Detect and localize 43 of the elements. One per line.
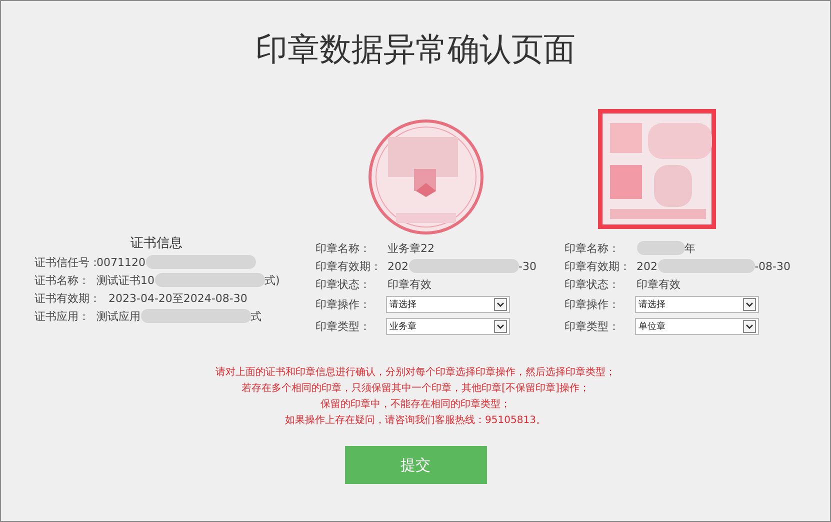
- select-field[interactable]: 业务章: [386, 318, 510, 334]
- field-value: 印章有效: [388, 276, 432, 292]
- select-field[interactable]: 请选择: [634, 296, 758, 312]
- field-label: 证书名称：: [34, 272, 90, 288]
- field-value: -08-30: [754, 260, 790, 272]
- field-value: -30: [518, 260, 536, 272]
- field-label: 证书信任号：: [34, 254, 96, 270]
- section-heading: 证书信息: [130, 235, 184, 253]
- instruction-text: 请对上面的证书和印章信息进行确认，分别对每个印章选择印章操作，然后选择印章类型；: [216, 366, 616, 380]
- field-value: 202: [388, 260, 408, 272]
- field-label: 印章状态：: [564, 276, 620, 292]
- caret-icon: [494, 320, 506, 332]
- field-label: 证书有效期：: [34, 290, 102, 306]
- field-label: 印章类型：: [564, 318, 620, 334]
- field-label: 印章操作：: [316, 296, 372, 312]
- field-label: 印章状态：: [316, 276, 372, 292]
- field-label: 印章类型：: [316, 318, 372, 334]
- field-value: 0071120: [96, 256, 146, 268]
- field-value: 业务章22: [388, 240, 434, 256]
- instruction-text: 保留的印章中，不能存在相同的印章类型；: [320, 398, 510, 412]
- field-value: 202: [636, 260, 658, 272]
- field-value: 式): [264, 272, 280, 288]
- select-field[interactable]: 单位章: [634, 318, 758, 334]
- instruction-text: 若存在多个相同的印章，只须保留其中一个印章，其他印章[不保留印章]操作；: [242, 382, 590, 396]
- instruction-text: 如果操作上存在疑问，请咨询我们客服热线：95105813。: [285, 414, 546, 428]
- field-value: 印章有效: [636, 276, 680, 292]
- page-title: 印章数据异常确认页面: [256, 29, 576, 70]
- field-label: 证书应用：: [34, 308, 90, 324]
- select-field[interactable]: 请选择: [386, 296, 510, 312]
- field-value: 式: [250, 308, 262, 324]
- caret-icon: [494, 298, 506, 310]
- redaction-blur: [636, 241, 684, 255]
- field-value: 2023-04-20至2024-08-30: [108, 290, 248, 306]
- field-label: 印章有效期：: [564, 258, 632, 274]
- caret-icon: [742, 320, 756, 332]
- field-label: 印章有效期：: [316, 258, 382, 274]
- caret-icon: [742, 298, 756, 310]
- field-label: 印章操作：: [564, 296, 620, 312]
- field-label: 印章名称：: [316, 240, 372, 256]
- field-value: 年: [684, 240, 696, 256]
- field-label: 印章名称：: [564, 240, 620, 256]
- field-value: 测试应用: [96, 308, 140, 324]
- field-value: 测试证书10: [96, 272, 154, 288]
